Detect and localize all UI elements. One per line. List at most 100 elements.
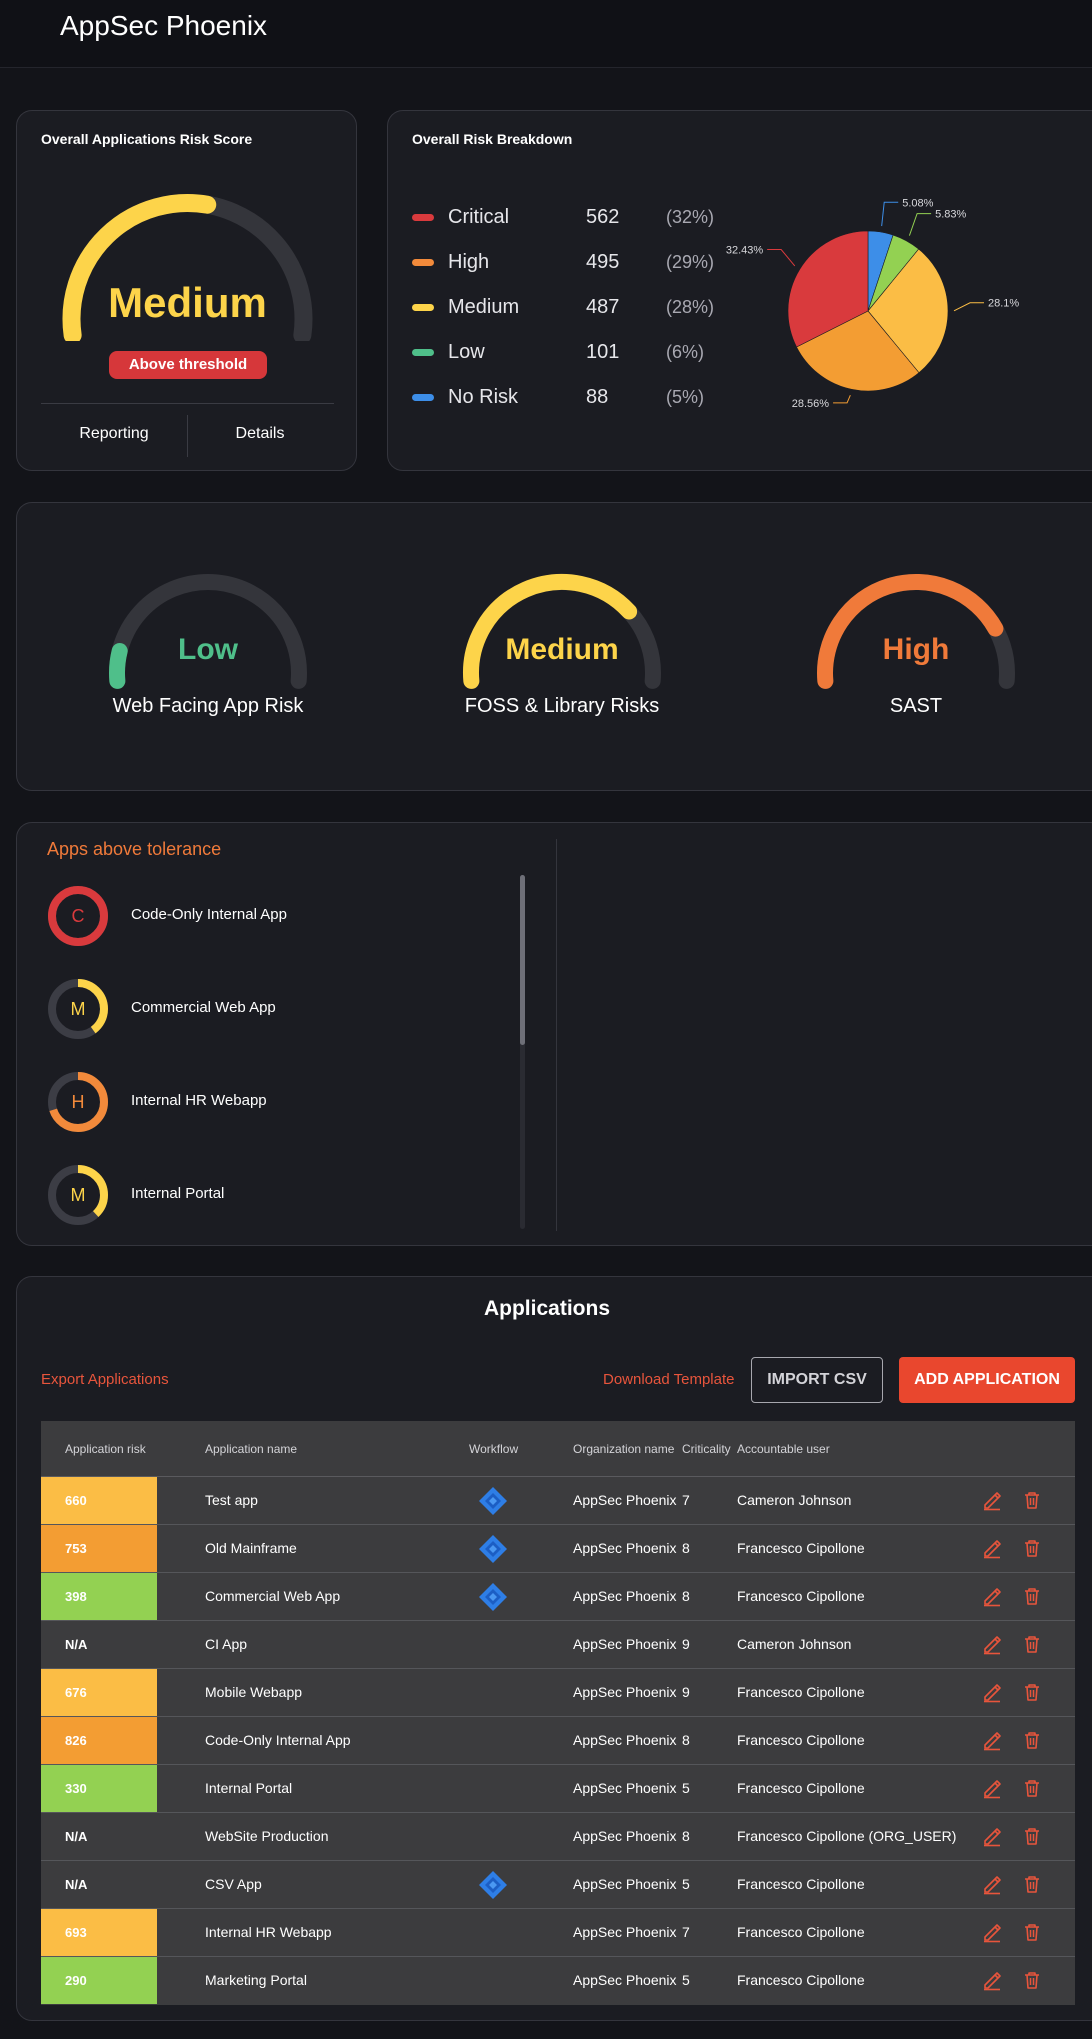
- export-applications-link[interactable]: Export Applications: [41, 1371, 169, 1388]
- app-name-cell[interactable]: Internal HR Webapp: [205, 1924, 332, 1940]
- risk-level-label: Medium: [108, 279, 267, 326]
- edit-icon[interactable]: [981, 1777, 1003, 1799]
- reporting-link[interactable]: Reporting: [41, 425, 187, 443]
- delete-icon[interactable]: [1021, 1969, 1043, 1991]
- pie-data-label: 32.43%: [726, 245, 764, 257]
- table-row[interactable]: 330 Internal Portal AppSec Phoenix 5 Frances…: [41, 1765, 1075, 1813]
- edit-icon[interactable]: [981, 1537, 1003, 1559]
- app-name-cell[interactable]: Commercial Web App: [205, 1588, 340, 1604]
- column-header[interactable]: Application risk: [65, 1442, 146, 1456]
- top-bar: AppSec Phoenix: [0, 0, 1092, 68]
- column-header[interactable]: Accountable user: [737, 1442, 830, 1456]
- app-name-cell[interactable]: Code-Only Internal App: [205, 1732, 351, 1748]
- column-header[interactable]: Criticality: [682, 1442, 731, 1456]
- gauge-sast: High SAST: [806, 563, 1026, 763]
- criticality-cell: 9: [682, 1636, 690, 1652]
- table-row[interactable]: 826 Code-Only Internal App AppSec Phoenix 8…: [41, 1717, 1075, 1765]
- delete-icon[interactable]: [1021, 1585, 1043, 1607]
- edit-icon[interactable]: [981, 1585, 1003, 1607]
- table-row[interactable]: 660 Test app AppSec Phoenix 7 Cameron Johnso…: [41, 1477, 1075, 1525]
- gauge-foss-library-risks: Medium FOSS & Library Risks: [452, 563, 672, 763]
- edit-icon[interactable]: [981, 1873, 1003, 1895]
- applications-table: Application risk Application name Workfl…: [41, 1421, 1075, 2005]
- card-title: Overall Applications Risk Score: [41, 131, 253, 147]
- legend-name: No Risk: [448, 386, 519, 408]
- table-row[interactable]: N/A CSV App AppSec Phoenix 5 Francesco Cipol…: [41, 1861, 1075, 1909]
- app-name-cell[interactable]: Mobile Webapp: [205, 1684, 302, 1700]
- pie-leader-line: [908, 213, 932, 236]
- divider: [556, 839, 557, 1231]
- table-row[interactable]: 693 Internal HR Webapp AppSec Phoenix 7 Fran…: [41, 1909, 1075, 1957]
- edit-icon[interactable]: [981, 1681, 1003, 1703]
- import-csv-button[interactable]: IMPORT CSV: [751, 1357, 883, 1403]
- risk-score-cell: 398: [41, 1573, 157, 1620]
- table-row[interactable]: 398 Commercial Web App AppSec Phoenix 8 Fran…: [41, 1573, 1075, 1621]
- tolerance-item[interactable]: M Commercial Web App: [47, 978, 517, 1042]
- delete-icon[interactable]: [1021, 1489, 1043, 1511]
- legend-name: Critical: [448, 206, 510, 228]
- column-header[interactable]: Organization name: [573, 1442, 674, 1456]
- pie-data-label: 28.56%: [792, 398, 830, 410]
- risk-score-cell: 290: [41, 1957, 157, 2004]
- app-name-cell[interactable]: Test app: [205, 1492, 258, 1508]
- legend-count: 562: [586, 206, 620, 228]
- app-name: Internal Portal: [131, 1185, 225, 1202]
- delete-icon[interactable]: [1021, 1921, 1043, 1943]
- delete-icon[interactable]: [1021, 1633, 1043, 1655]
- tolerance-item[interactable]: M Internal Portal: [47, 1164, 517, 1228]
- threshold-badge: Above threshold: [109, 351, 267, 379]
- app-name-cell[interactable]: WebSite Production: [205, 1828, 328, 1844]
- tolerance-list[interactable]: C Code-Only Internal App M Commercial We…: [17, 873, 537, 1243]
- add-application-button[interactable]: ADD APPLICATION: [899, 1357, 1075, 1403]
- tolerance-item[interactable]: H Internal HR Webapp: [47, 1071, 517, 1135]
- app-name-cell[interactable]: CI App: [205, 1636, 247, 1652]
- table-row[interactable]: 290 Marketing Portal AppSec Phoenix 5 France…: [41, 1957, 1075, 2005]
- jira-icon[interactable]: [477, 1485, 509, 1517]
- overall-risk-score-card: Overall Applications Risk Score Medium A…: [16, 110, 357, 471]
- column-header[interactable]: Application name: [205, 1442, 297, 1456]
- jira-icon[interactable]: [477, 1581, 509, 1613]
- gauge-arc: [109, 574, 307, 689]
- gauge-web-facing-app-risk: Low Web Facing App Risk: [98, 563, 318, 763]
- gauge-name: Web Facing App Risk: [112, 695, 304, 717]
- table-row[interactable]: 753 Old Mainframe AppSec Phoenix 8 Francesco…: [41, 1525, 1075, 1573]
- scrollbar-thumb[interactable]: [520, 875, 525, 1045]
- edit-icon[interactable]: [981, 1921, 1003, 1943]
- table-row[interactable]: N/A CI App AppSec Phoenix 9 Cameron Johnson: [41, 1621, 1075, 1669]
- edit-icon[interactable]: [981, 1729, 1003, 1751]
- app-name-cell[interactable]: CSV App: [205, 1876, 262, 1892]
- delete-icon[interactable]: [1021, 1873, 1043, 1895]
- pie-leader-line: [881, 201, 899, 227]
- accountable-user-cell: Francesco Cipollone: [737, 1972, 865, 1988]
- delete-icon[interactable]: [1021, 1729, 1043, 1751]
- risk-letter: H: [71, 1092, 85, 1112]
- details-link[interactable]: Details: [187, 425, 333, 443]
- org-name-cell: AppSec Phoenix: [573, 1828, 677, 1844]
- delete-icon[interactable]: [1021, 1825, 1043, 1847]
- legend-swatch: [412, 214, 434, 221]
- edit-icon[interactable]: [981, 1825, 1003, 1847]
- jira-icon[interactable]: [477, 1533, 509, 1565]
- edit-icon[interactable]: [981, 1489, 1003, 1511]
- jira-icon[interactable]: [477, 1869, 509, 1901]
- table-row[interactable]: N/A WebSite Production AppSec Phoenix 8 Fran…: [41, 1813, 1075, 1861]
- edit-icon[interactable]: [981, 1969, 1003, 1991]
- pie-leader-line: [833, 394, 851, 404]
- table-row[interactable]: 676 Mobile Webapp AppSec Phoenix 9 Francesco…: [41, 1669, 1075, 1717]
- app-name-cell[interactable]: Marketing Portal: [205, 1972, 307, 1988]
- column-header[interactable]: Workflow: [469, 1442, 518, 1456]
- app-name-cell[interactable]: Internal Portal: [205, 1780, 292, 1796]
- legend-count: 487: [586, 296, 620, 318]
- legend-count: 88: [586, 386, 609, 408]
- pie-leader-line: [953, 302, 984, 312]
- risk-letter: C: [71, 906, 85, 926]
- org-name-cell: AppSec Phoenix: [573, 1780, 677, 1796]
- tolerance-item[interactable]: C Code-Only Internal App: [47, 885, 517, 949]
- app-name-cell[interactable]: Old Mainframe: [205, 1540, 297, 1556]
- edit-icon[interactable]: [981, 1633, 1003, 1655]
- delete-icon[interactable]: [1021, 1681, 1043, 1703]
- download-template-link[interactable]: Download Template: [603, 1371, 734, 1388]
- delete-icon[interactable]: [1021, 1777, 1043, 1799]
- delete-icon[interactable]: [1021, 1537, 1043, 1559]
- gauge-level-label: Medium: [505, 633, 619, 666]
